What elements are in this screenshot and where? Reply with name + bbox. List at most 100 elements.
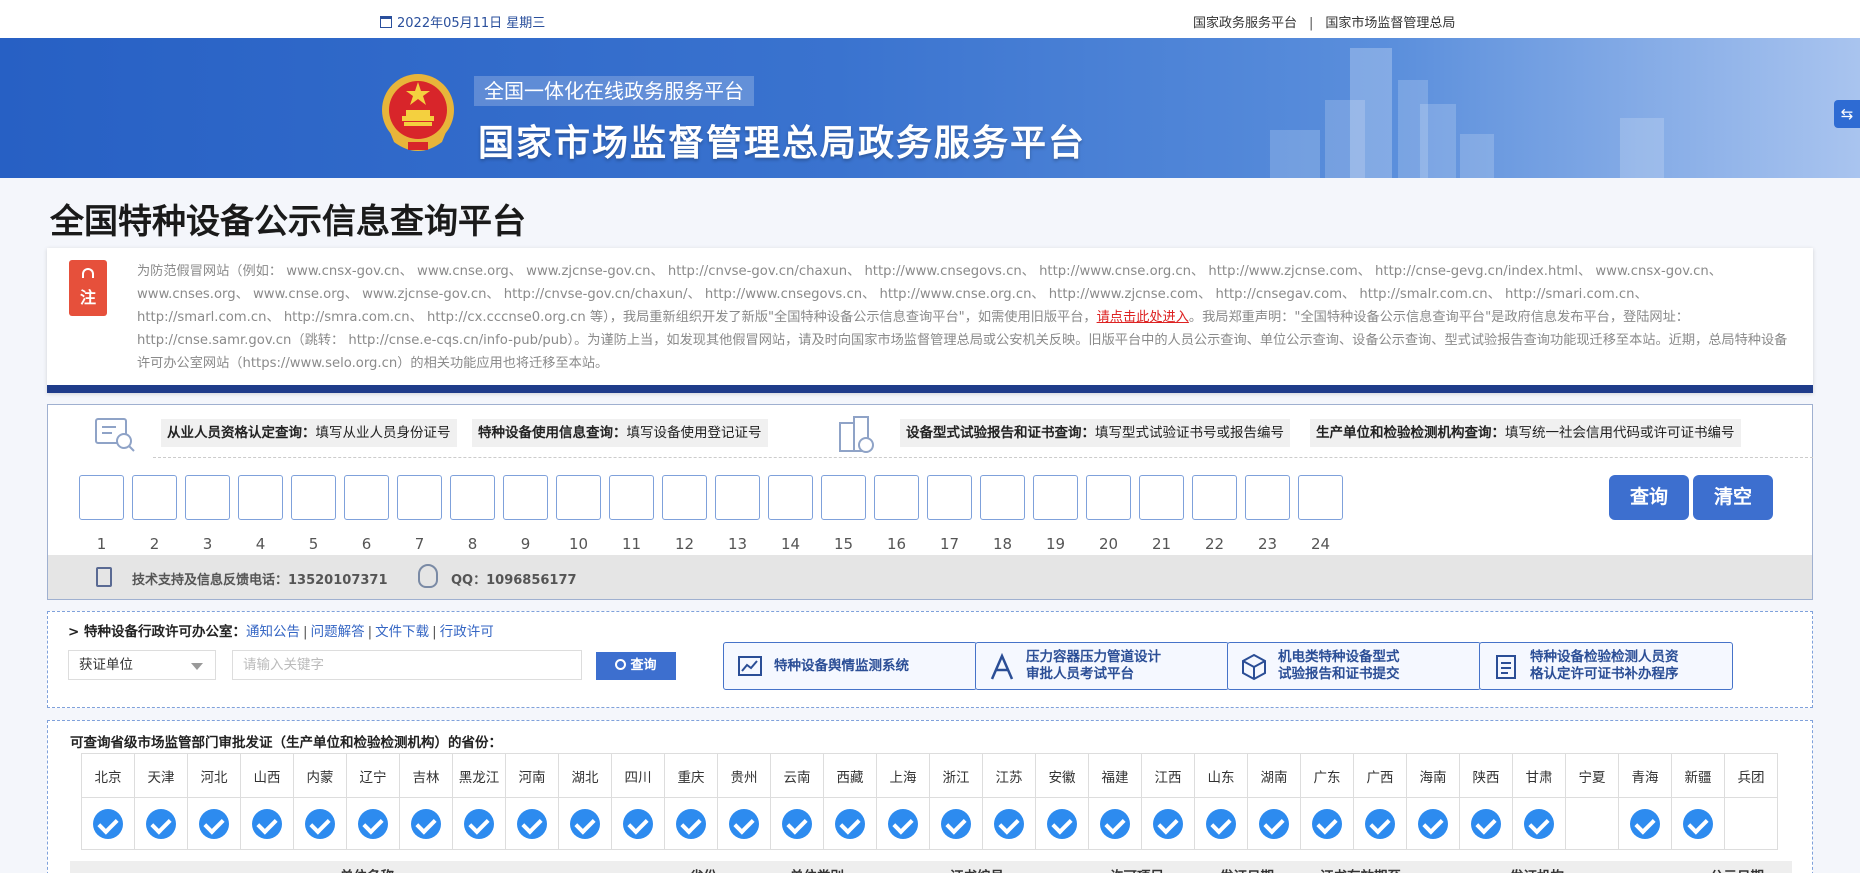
result-column-header[interactable]: 单位类别	[790, 865, 844, 873]
province-name[interactable]: 四川	[611, 753, 665, 798]
province-name[interactable]: 湖北	[558, 753, 612, 798]
notice-tag: 注	[69, 260, 107, 316]
province-name[interactable]: 山东	[1194, 753, 1248, 798]
system-pressure-exam[interactable]: 压力容器压力管道设计 审批人员考试平台	[975, 642, 1229, 690]
result-column-header[interactable]: 单位名称	[340, 865, 394, 873]
result-column-header[interactable]: 公示日期	[1710, 865, 1764, 873]
code-digit-input[interactable]	[1298, 475, 1343, 520]
keyword-input[interactable]	[232, 650, 582, 680]
result-column-header[interactable]: 发证日期	[1220, 865, 1274, 873]
share-icon[interactable]: ⇆	[1834, 100, 1860, 128]
keyword-search-button[interactable]: 查询	[596, 652, 676, 680]
province-name[interactable]: 广西	[1353, 753, 1407, 798]
code-digit-label: 15	[833, 535, 854, 553]
province-name[interactable]: 江西	[1141, 753, 1195, 798]
query-button[interactable]: 查询	[1609, 475, 1689, 520]
code-digit-input[interactable]	[1192, 475, 1237, 520]
code-digit-input[interactable]	[291, 475, 336, 520]
province-name[interactable]: 西藏	[823, 753, 877, 798]
system-label-line1: 特种设备舆情监测系统	[774, 657, 909, 674]
province-name[interactable]: 黑龙江	[452, 753, 506, 798]
code-digit-label: 4	[255, 535, 266, 553]
office-title: > 特种设备行政许可办公室：	[68, 624, 247, 640]
building-graphic	[1620, 118, 1664, 178]
code-digit-input[interactable]	[609, 475, 654, 520]
old-platform-link[interactable]: 请点击此处进入	[1097, 310, 1189, 325]
province-name[interactable]: 河北	[187, 753, 241, 798]
province-name[interactable]: 河南	[505, 753, 559, 798]
code-digit-input[interactable]	[768, 475, 813, 520]
category-select[interactable]: 获证单位	[68, 650, 216, 680]
code-digit-input[interactable]	[132, 475, 177, 520]
province-name[interactable]: 广东	[1300, 753, 1354, 798]
province-name[interactable]: 兵团	[1724, 753, 1778, 798]
result-column-header[interactable]: 证书有效期至	[1320, 865, 1401, 873]
system-label: 机电类特种设备型式 试验报告和证书提交	[1278, 643, 1400, 689]
province-name[interactable]: 内蒙	[293, 753, 347, 798]
province-name[interactable]: 宁夏	[1565, 753, 1619, 798]
province-name[interactable]: 云南	[770, 753, 824, 798]
province-name[interactable]: 吉林	[399, 753, 453, 798]
province-status-cell	[929, 797, 983, 850]
province-status-cell	[982, 797, 1036, 850]
check-circle-icon	[1312, 808, 1342, 839]
code-digit-input[interactable]	[662, 475, 707, 520]
system-type-test-submit[interactable]: 机电类特种设备型式 试验报告和证书提交	[1227, 642, 1481, 690]
banner-title: 国家市场监督管理总局政务服务平台	[478, 123, 1087, 164]
province-name[interactable]: 浙江	[929, 753, 983, 798]
code-digit-input[interactable]	[874, 475, 919, 520]
samr-link[interactable]: 国家市场监督管理总局	[1325, 16, 1455, 31]
province-name[interactable]: 北京	[81, 753, 135, 798]
result-column-header[interactable]: 许可项目	[1110, 865, 1164, 873]
code-digit-input[interactable]	[1245, 475, 1290, 520]
province-name[interactable]: 陕西	[1459, 753, 1513, 798]
province-name[interactable]: 安徽	[1035, 753, 1089, 798]
result-column-header[interactable]: 省份	[690, 865, 717, 873]
province-name[interactable]: 贵州	[717, 753, 771, 798]
province-name[interactable]: 上海	[876, 753, 930, 798]
province-name[interactable]: 海南	[1406, 753, 1460, 798]
code-digit-input[interactable]	[503, 475, 548, 520]
check-circle-icon	[570, 808, 600, 839]
province-name[interactable]: 新疆	[1671, 753, 1725, 798]
clear-button[interactable]: 清空	[1693, 475, 1773, 520]
header-banner: 全国一体化在线政务服务平台 国家市场监督管理总局政务服务平台 ⇆	[0, 38, 1860, 178]
code-digit-input[interactable]	[980, 475, 1025, 520]
code-digit-input[interactable]	[821, 475, 866, 520]
system-certificate-reissue[interactable]: 特种设备检验检测人员资 格认定许可证书补办程序	[1479, 642, 1733, 690]
link-downloads[interactable]: 文件下载	[375, 624, 429, 640]
code-digit-input[interactable]	[1086, 475, 1131, 520]
system-label: 特种设备检验检测人员资 格认定许可证书补办程序	[1530, 643, 1679, 689]
province-name[interactable]: 湖南	[1247, 753, 1301, 798]
code-digit-input[interactable]	[1033, 475, 1078, 520]
category-select-value: 获证单位	[79, 657, 133, 673]
result-column-header[interactable]: 证书编号	[950, 865, 1004, 873]
code-digit-input[interactable]	[238, 475, 283, 520]
code-digit-input[interactable]	[556, 475, 601, 520]
link-admin-license[interactable]: 行政许可	[440, 624, 494, 640]
province-name[interactable]: 天津	[134, 753, 188, 798]
province-name[interactable]: 山西	[240, 753, 294, 798]
code-digit-input[interactable]	[344, 475, 389, 520]
link-separator: |	[432, 624, 437, 640]
province-name[interactable]: 重庆	[664, 753, 718, 798]
code-digit-input[interactable]	[79, 475, 124, 520]
code-digit-input[interactable]	[927, 475, 972, 520]
code-digit-input[interactable]	[715, 475, 760, 520]
code-digit-input[interactable]	[397, 475, 442, 520]
code-digit-input[interactable]	[450, 475, 495, 520]
province-name[interactable]: 江苏	[982, 753, 1036, 798]
code-digit-input[interactable]	[185, 475, 230, 520]
province-name[interactable]: 青海	[1618, 753, 1672, 798]
code-digit-input[interactable]	[1139, 475, 1184, 520]
system-sentiment-monitor[interactable]: 特种设备舆情监测系统	[723, 642, 977, 690]
link-faq[interactable]: 问题解答	[311, 624, 365, 640]
result-column-header[interactable]: 发证机构	[1510, 865, 1564, 873]
province-name[interactable]: 福建	[1088, 753, 1142, 798]
system-label-line1: 特种设备检验检测人员资	[1530, 649, 1679, 665]
system-label: 特种设备舆情监测系统	[774, 643, 909, 689]
gov-service-link[interactable]: 国家政务服务平台	[1193, 16, 1297, 31]
province-name[interactable]: 辽宁	[346, 753, 400, 798]
province-name[interactable]: 甘肃	[1512, 753, 1566, 798]
link-notice[interactable]: 通知公告	[246, 624, 300, 640]
